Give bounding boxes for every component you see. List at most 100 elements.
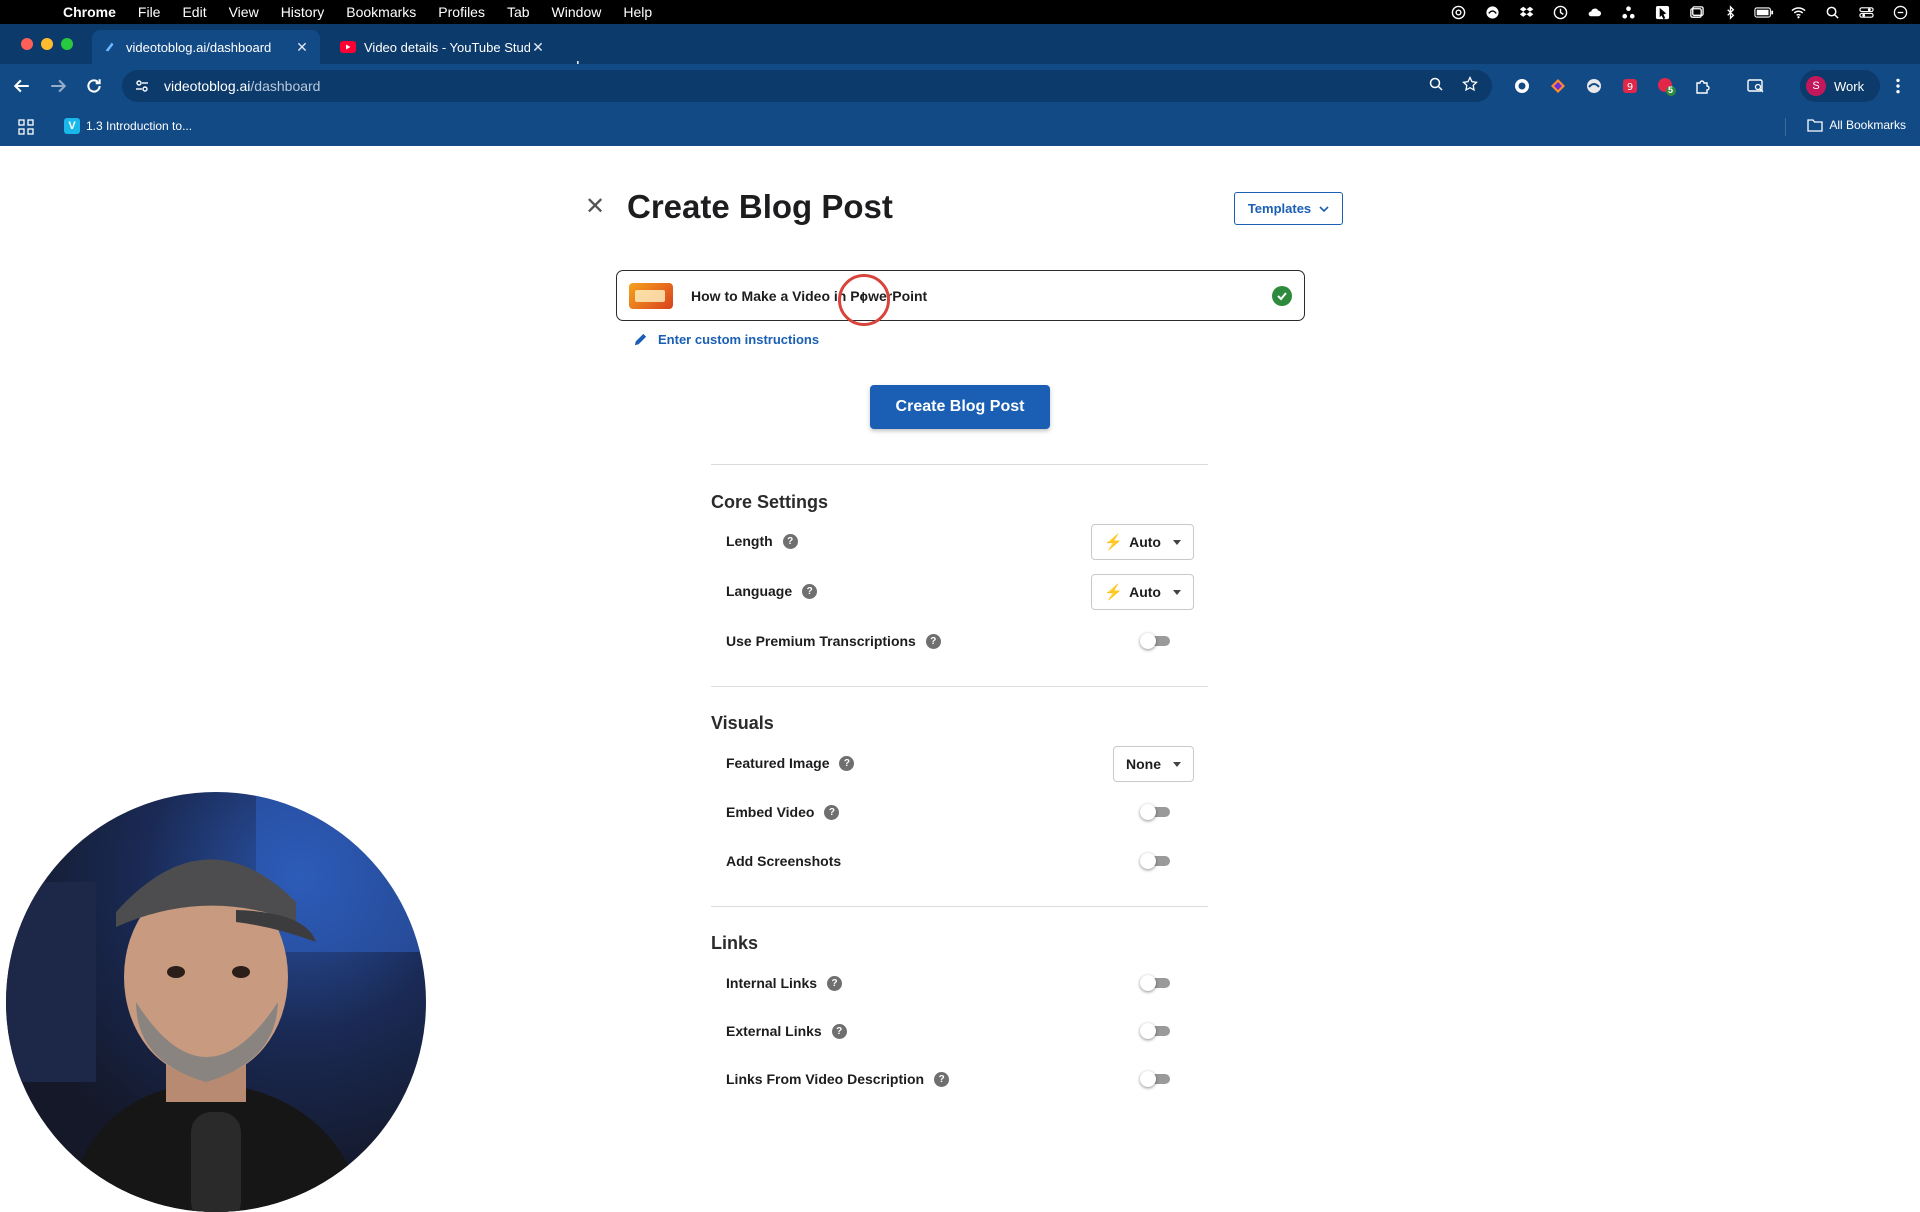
section-divider [711, 906, 1208, 907]
battery-icon[interactable] [1754, 4, 1774, 20]
section-divider [711, 686, 1208, 687]
cloud-sync-icon[interactable] [1482, 4, 1502, 20]
close-icon[interactable]: ✕ [584, 195, 606, 219]
siri-icon[interactable] [1890, 4, 1910, 20]
menu-file[interactable]: File [127, 0, 172, 24]
tab-videotoblog[interactable]: videotoblog.ai/dashboard ✕ [92, 30, 320, 64]
tab-youtube-studio[interactable]: Video details - YouTube Studi ✕ [330, 30, 556, 64]
embed-video-toggle[interactable] [1140, 804, 1170, 820]
help-icon[interactable]: ? [934, 1071, 950, 1087]
language-dropdown[interactable]: ⚡ Auto [1091, 574, 1194, 610]
core-settings-heading: Core Settings [711, 492, 829, 512]
help-icon[interactable]: ? [802, 583, 818, 599]
forward-arrow-icon[interactable] [48, 76, 68, 96]
profile-button[interactable]: S Work [1800, 70, 1880, 102]
help-icon[interactable]: ? [831, 1023, 847, 1039]
add-screenshots-label: Add Screenshots [726, 853, 842, 869]
back-arrow-icon[interactable] [12, 76, 32, 96]
url-host: videotoblog.ai [164, 78, 251, 94]
help-icon[interactable]: ? [824, 804, 840, 820]
toggle-knob [1140, 633, 1156, 649]
chrome-menu-icon[interactable] [1888, 76, 1908, 96]
create-blog-post-button[interactable]: Create Blog Post [870, 385, 1050, 429]
featured-image-dropdown[interactable]: None [1113, 746, 1194, 782]
toggle-knob [1140, 975, 1156, 991]
cloud-icon[interactable] [1584, 4, 1604, 20]
menu-bookmarks[interactable]: Bookmarks [335, 0, 427, 24]
menu-window[interactable]: Window [541, 0, 613, 24]
nodes-icon[interactable] [1618, 4, 1638, 20]
length-dropdown[interactable]: ⚡ Auto [1091, 524, 1194, 560]
toggle-knob [1140, 853, 1156, 869]
video-selector[interactable]: How to Make a Video in PowerPoint [616, 270, 1305, 321]
address-bar[interactable]: videotoblog.ai/dashboard [122, 70, 1492, 102]
at-sign-icon[interactable] [1448, 4, 1468, 20]
extensions-puzzle-icon[interactable] [1692, 76, 1712, 96]
toggle-knob [1140, 1023, 1156, 1039]
menu-history[interactable]: History [270, 0, 336, 24]
menu-app-chrome[interactable]: Chrome [52, 0, 127, 24]
window-zoom-button[interactable] [61, 38, 73, 50]
webcam-overlay [6, 792, 426, 1212]
window-minimize-button[interactable] [41, 38, 53, 50]
templates-button[interactable]: Templates [1234, 192, 1343, 225]
text-cursor-icon: I [861, 290, 866, 307]
extension-badge-icon[interactable]: 5 [1656, 76, 1676, 96]
tab-title: Video details - YouTube Studi [364, 39, 530, 55]
extension-grammarly-icon[interactable]: 9 [1620, 76, 1640, 96]
menu-tab[interactable]: Tab [496, 0, 541, 24]
url-path: /dashboard [250, 78, 321, 94]
help-icon[interactable]: ? [839, 755, 855, 771]
wifi-icon[interactable] [1788, 4, 1808, 20]
help-icon[interactable]: ? [925, 633, 941, 649]
internal-links-toggle[interactable] [1140, 975, 1170, 991]
menu-view[interactable]: View [218, 0, 270, 24]
all-bookmarks-label: All Bookmarks [1829, 118, 1906, 132]
zoom-magnifier-icon[interactable] [1428, 76, 1444, 97]
premium-toggle[interactable] [1140, 633, 1170, 649]
extension-diamond-icon[interactable] [1548, 76, 1568, 96]
bookmark-star-icon[interactable] [1462, 75, 1478, 97]
menu-profiles[interactable]: Profiles [427, 0, 496, 24]
video-title: How to Make a Video in PowerPoint [691, 287, 928, 304]
custom-instructions-link[interactable]: Enter custom instructions [633, 332, 819, 347]
external-links-toggle[interactable] [1140, 1023, 1170, 1039]
featured-image-label: Featured Image [726, 755, 830, 771]
clock-icon[interactable] [1550, 4, 1570, 20]
url-text: videotoblog.ai/dashboard [164, 78, 320, 94]
reload-icon[interactable] [84, 76, 104, 96]
embed-video-label: Embed Video [726, 804, 815, 820]
apps-grid-icon[interactable] [18, 119, 34, 135]
dropbox-icon[interactable] [1516, 4, 1536, 20]
length-value: Auto [1129, 534, 1161, 550]
menu-edit[interactable]: Edit [171, 0, 217, 24]
language-value: Auto [1129, 584, 1161, 600]
svg-text:9: 9 [1627, 82, 1633, 93]
status-area [1448, 0, 1910, 24]
extension-brain-icon[interactable] [1512, 76, 1532, 96]
window-close-button[interactable] [21, 38, 33, 50]
window-icon[interactable] [1686, 4, 1706, 20]
all-bookmarks-button[interactable]: All Bookmarks [1807, 118, 1906, 132]
help-icon[interactable]: ? [782, 533, 798, 549]
custom-instructions-label: Enter custom instructions [658, 332, 820, 347]
spotlight-search-icon[interactable] [1822, 4, 1842, 20]
bookmark-item[interactable]: V 1.3 Introduction to... [64, 118, 192, 134]
control-center-icon[interactable] [1856, 4, 1876, 20]
add-screenshots-toggle[interactable] [1140, 853, 1170, 869]
tab-close-icon[interactable]: ✕ [294, 39, 310, 56]
side-panel-search-icon[interactable] [1746, 76, 1766, 96]
description-links-toggle[interactable] [1140, 1071, 1170, 1087]
bookmarks-divider [1785, 118, 1786, 136]
help-icon[interactable]: ? [827, 975, 843, 991]
page-title: Create Blog Post [627, 188, 893, 225]
bluetooth-icon[interactable] [1720, 4, 1740, 20]
extension-swirl-icon[interactable] [1584, 76, 1604, 96]
menu-help[interactable]: Help [612, 0, 663, 24]
setting-internal-links: Internal Links ? [726, 968, 1194, 998]
extension-badge-count: 5 [1668, 85, 1674, 95]
site-settings-icon[interactable] [132, 76, 152, 96]
bookmark-label: 1.3 Introduction to... [86, 119, 193, 133]
cursor-app-icon[interactable] [1652, 4, 1672, 20]
tab-close-icon[interactable]: ✕ [530, 39, 546, 56]
